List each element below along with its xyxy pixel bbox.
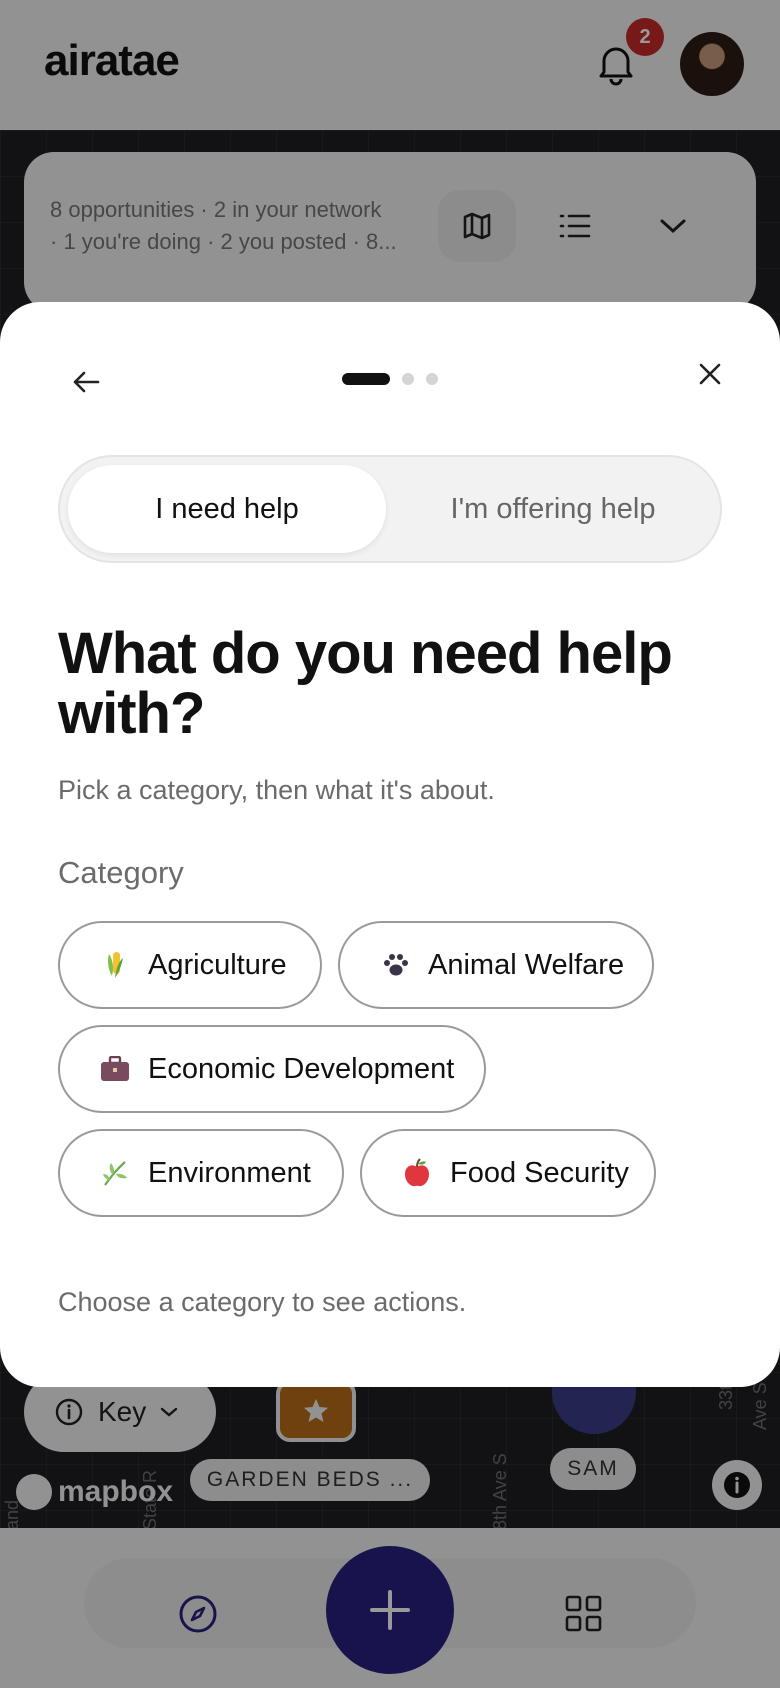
category-label: Category <box>58 855 184 890</box>
step-indicator-dot <box>426 373 438 385</box>
arrow-left-icon <box>73 371 100 393</box>
help-type-segmented-control: I need help I'm offering help <box>58 455 722 563</box>
category-chip-food-security[interactable]: Food Security <box>360 1129 656 1217</box>
category-chip-agriculture[interactable]: Agriculture <box>58 921 322 1009</box>
step-indicator-dot <box>402 373 414 385</box>
category-chip-label: Animal Welfare <box>428 948 625 981</box>
helper-text: Choose a category to see actions. <box>58 1287 467 1317</box>
segment-offering-help[interactable]: I'm offering help <box>390 465 716 553</box>
category-chip-economic-development[interactable]: Economic Development <box>58 1025 486 1113</box>
corn-icon <box>100 950 130 980</box>
paw-icon <box>380 950 410 980</box>
briefcase-icon <box>100 1054 130 1084</box>
modal-subtitle: Pick a category, then what it's about. <box>58 775 495 805</box>
step-indicator <box>342 373 438 385</box>
modal-title: What do you need help with? <box>58 621 673 746</box>
category-chip-animal-welfare[interactable]: Animal Welfare <box>338 921 654 1009</box>
close-icon <box>699 363 721 385</box>
apple-icon <box>402 1158 432 1188</box>
category-chip-label: Agriculture <box>148 948 287 981</box>
category-chip-label: Food Security <box>450 1156 629 1189</box>
segment-need-help[interactable]: I need help <box>68 465 386 553</box>
category-chip-label: Economic Development <box>148 1052 455 1085</box>
step-indicator-active <box>342 373 390 385</box>
leaf-icon <box>100 1158 130 1188</box>
category-chip-label: Environment <box>148 1156 311 1189</box>
back-button[interactable] <box>64 360 108 404</box>
close-button[interactable] <box>688 352 732 396</box>
category-chip-environment[interactable]: Environment <box>58 1129 344 1217</box>
